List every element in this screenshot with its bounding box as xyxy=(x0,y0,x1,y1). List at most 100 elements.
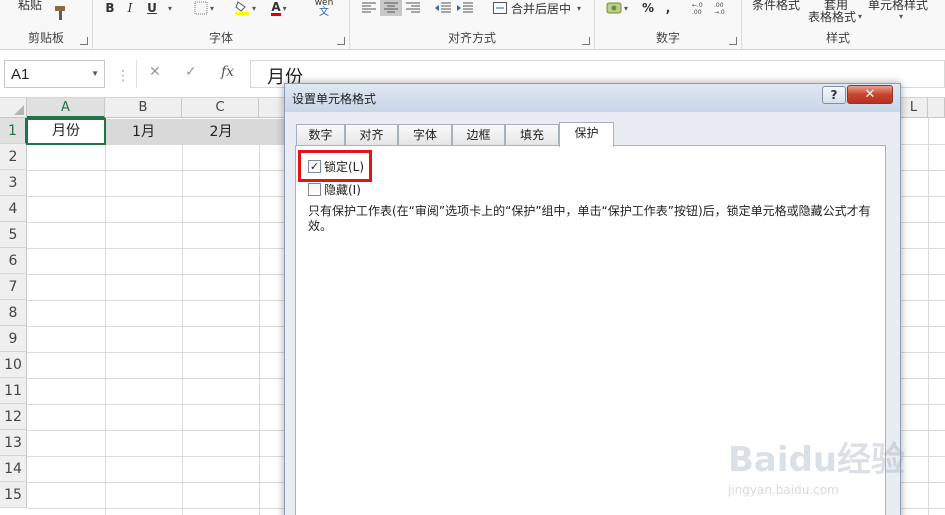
table-format-button[interactable]: 表格格式 ▾ xyxy=(802,8,868,24)
format-painter-icon[interactable] xyxy=(50,2,72,24)
comma-button[interactable]: , xyxy=(661,0,675,16)
decrease-decimal-icon[interactable]: .00 →.0 xyxy=(711,0,733,16)
row-header-4[interactable]: 4 xyxy=(0,196,27,222)
watermark-url: jingyan.baidu.com xyxy=(728,483,839,497)
percent-button[interactable]: % xyxy=(639,0,657,16)
cell-d1[interactable] xyxy=(260,119,285,145)
hidden-checkbox[interactable] xyxy=(308,182,321,196)
font-color-icon[interactable]: A ▾ xyxy=(265,0,293,16)
row-header-9[interactable]: 9 xyxy=(0,326,27,352)
dialog-title-bar[interactable]: 设置单元格格式 ? ✕ xyxy=(285,84,900,112)
increase-indent-icon[interactable] xyxy=(454,0,476,16)
row-header-6[interactable]: 6 xyxy=(0,248,27,274)
table-format-label: 表格格式 xyxy=(807,9,856,24)
row-header-12[interactable]: 12 xyxy=(0,404,27,430)
paste-button[interactable]: 粘贴 xyxy=(14,0,46,12)
row-header-5[interactable]: 5 xyxy=(0,222,27,248)
close-button[interactable]: ✕ xyxy=(847,85,893,104)
phonetic-glyph: 文 xyxy=(319,7,329,18)
tab-fill[interactable]: 填充 xyxy=(505,124,559,146)
tab-number[interactable]: 数字 xyxy=(296,124,345,146)
svg-text:→.0: →.0 xyxy=(714,9,725,16)
bold-button[interactable]: B xyxy=(101,0,119,16)
cancel-icon[interactable]: ✕ xyxy=(149,64,161,80)
svg-text:.00: .00 xyxy=(714,2,724,9)
tab-font[interactable]: 字体 xyxy=(398,124,452,146)
ribbon: 粘贴 剪贴板 B I U ▾ ▾ ▾ A ▾ wén 文 字体 合并后居中 ▾ … xyxy=(0,0,945,50)
fill-color-icon[interactable]: ▾ xyxy=(231,0,259,16)
increase-decimal-icon[interactable]: ←.0.00 xyxy=(689,0,711,16)
number-launcher-icon[interactable] xyxy=(729,37,737,45)
clipboard-launcher-icon[interactable] xyxy=(80,37,88,45)
font-group-label: 字体 xyxy=(208,31,233,45)
underline-dropdown-icon[interactable]: ▾ xyxy=(163,0,175,16)
select-all-button[interactable] xyxy=(0,98,27,118)
protection-description: 只有保护工作表(在“审阅”选项卡上的“保护”组中，单击“保护工作表”按钮)后，锁… xyxy=(308,204,871,233)
watermark: Baidu经验 jingyan.baidu.com xyxy=(728,432,928,507)
cell-b1[interactable]: 1月 xyxy=(105,119,182,145)
row-header-8[interactable]: 8 xyxy=(0,300,27,326)
border-icon[interactable]: ▾ xyxy=(189,0,219,16)
clipboard-group-label: 剪贴板 xyxy=(27,31,64,45)
currency-icon[interactable]: ▾ xyxy=(601,0,633,16)
row-header-15[interactable]: 15 xyxy=(0,482,27,508)
column-header-c[interactable]: C xyxy=(182,98,259,118)
tab-border[interactable]: 边框 xyxy=(452,124,505,146)
cell-a1[interactable]: 月份 xyxy=(26,118,106,145)
phonetic-icon[interactable]: wén 文 xyxy=(307,0,341,18)
merge-center-label: 合并后居中 xyxy=(510,1,571,16)
styles-group-label: 样式 xyxy=(825,31,850,45)
name-box-dropdown-icon[interactable]: ▼ xyxy=(91,69,99,78)
tab-alignment[interactable]: 对齐 xyxy=(345,124,398,146)
name-box[interactable]: A1 ▼ xyxy=(4,60,105,88)
row-header-13[interactable]: 13 xyxy=(0,430,27,456)
number-group: ▾ % , ←.0.00 .00 →.0 数字 xyxy=(595,0,742,49)
alignment-group: 合并后居中 ▾ 对齐方式 xyxy=(350,0,595,49)
decrease-indent-icon[interactable] xyxy=(432,0,454,16)
column-header-m[interactable] xyxy=(928,98,945,118)
underline-button[interactable]: U xyxy=(141,0,163,16)
insert-function-icon[interactable]: fx xyxy=(221,64,234,80)
align-left-icon[interactable] xyxy=(358,0,380,16)
svg-text:←.0: ←.0 xyxy=(692,2,703,9)
conditional-format-button[interactable]: 条件格式 xyxy=(748,0,804,12)
column-header-a[interactable]: A xyxy=(27,98,105,118)
column-header-b[interactable]: B xyxy=(105,98,182,118)
help-button[interactable]: ? xyxy=(822,86,846,104)
merge-center-button[interactable]: 合并后居中 ▾ xyxy=(486,0,588,16)
dialog-title: 设置单元格格式 xyxy=(292,92,377,106)
row-header-10[interactable]: 10 xyxy=(0,352,27,378)
cell-style-dropdown-icon[interactable]: ▾ xyxy=(892,8,908,24)
row-header-2[interactable]: 2 xyxy=(0,144,27,170)
hidden-label: 隐藏(I) xyxy=(324,182,361,197)
italic-button[interactable]: I xyxy=(121,0,139,16)
alignment-launcher-icon[interactable] xyxy=(582,37,590,45)
row-header-1[interactable]: 1 xyxy=(0,118,27,144)
cell-c1[interactable]: 2月 xyxy=(183,119,259,145)
svg-text:.00: .00 xyxy=(692,9,702,16)
annotation-highlight-box xyxy=(298,150,372,182)
clipboard-group: 粘贴 剪贴板 xyxy=(0,0,93,49)
column-header-d[interactable] xyxy=(259,98,285,118)
hidden-option[interactable]: 隐藏(I) xyxy=(308,181,361,197)
number-group-label: 数字 xyxy=(655,31,680,45)
align-right-icon[interactable] xyxy=(402,0,424,16)
formula-buttons: ✕ ✓ fx xyxy=(136,60,246,88)
align-center-icon[interactable] xyxy=(380,0,402,16)
row-header-7[interactable]: 7 xyxy=(0,274,27,300)
name-box-value: A1 xyxy=(11,66,30,83)
font-color-label: A xyxy=(271,0,281,16)
styles-group: 条件格式 套用 表格格式 ▾ 单元格样式 ▾ 样式 xyxy=(742,0,945,49)
font-group: B I U ▾ ▾ ▾ A ▾ wén 文 字体 xyxy=(93,0,350,49)
font-launcher-icon[interactable] xyxy=(337,37,345,45)
formula-bar-grip-icon: ⋮ xyxy=(116,68,130,84)
alignment-group-label: 对齐方式 xyxy=(447,31,496,45)
row-header-3[interactable]: 3 xyxy=(0,170,27,196)
watermark-logo: Baidu经验 xyxy=(728,440,906,480)
merge-icon xyxy=(492,2,507,14)
row-header-14[interactable]: 14 xyxy=(0,456,27,482)
enter-icon[interactable]: ✓ xyxy=(185,64,197,80)
tab-protection[interactable]: 保护 xyxy=(559,122,614,147)
column-header-l[interactable]: L xyxy=(900,98,928,118)
row-header-11[interactable]: 11 xyxy=(0,378,27,404)
